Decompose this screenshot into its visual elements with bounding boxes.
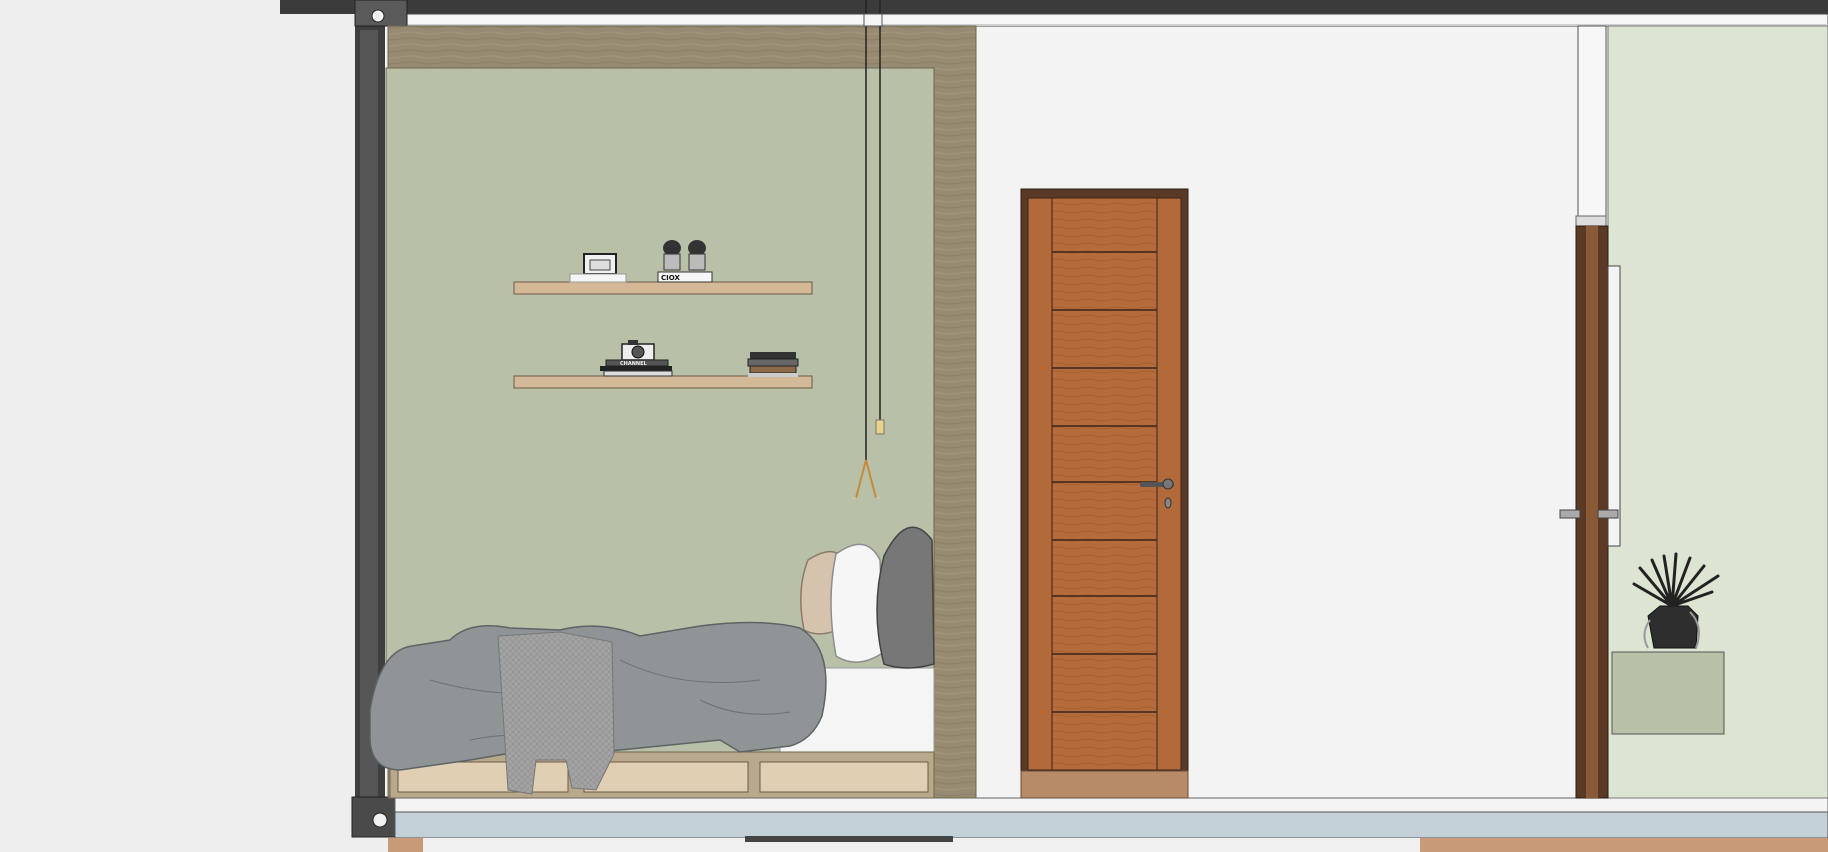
roof-slab	[280, 0, 1828, 14]
section-elevation-drawing: CIOX CHANNEL	[0, 0, 1828, 852]
bed-drawer-3	[759, 761, 929, 793]
left-exterior	[0, 0, 358, 852]
book-label-upper: CIOX	[661, 274, 680, 282]
pillow-white	[830, 543, 885, 663]
book-stack-lower-left: CHANNEL	[600, 359, 673, 377]
floor-beam-mid	[745, 836, 953, 842]
partition-top	[1577, 25, 1607, 219]
lower-shelf	[513, 375, 813, 389]
floor-beam-left	[388, 838, 423, 852]
book-stack-lower-right	[747, 352, 799, 377]
side-door-edge	[1586, 226, 1598, 798]
book-stack-upper: CIOX	[657, 271, 713, 283]
side-door-leaf	[1607, 265, 1621, 547]
floor-beam-right	[1420, 838, 1828, 852]
bed-drawer-2	[583, 761, 749, 793]
door-stile-left	[1027, 197, 1053, 771]
partition-cap	[1575, 215, 1607, 227]
upper-shelf	[513, 281, 813, 295]
door-threshold	[1020, 770, 1189, 799]
column-bolt-bottom	[372, 812, 388, 828]
floor-slab	[394, 811, 1828, 839]
column-bolt-top	[371, 9, 385, 23]
floating-nightstand	[1611, 651, 1725, 735]
floor-top	[394, 797, 1828, 813]
